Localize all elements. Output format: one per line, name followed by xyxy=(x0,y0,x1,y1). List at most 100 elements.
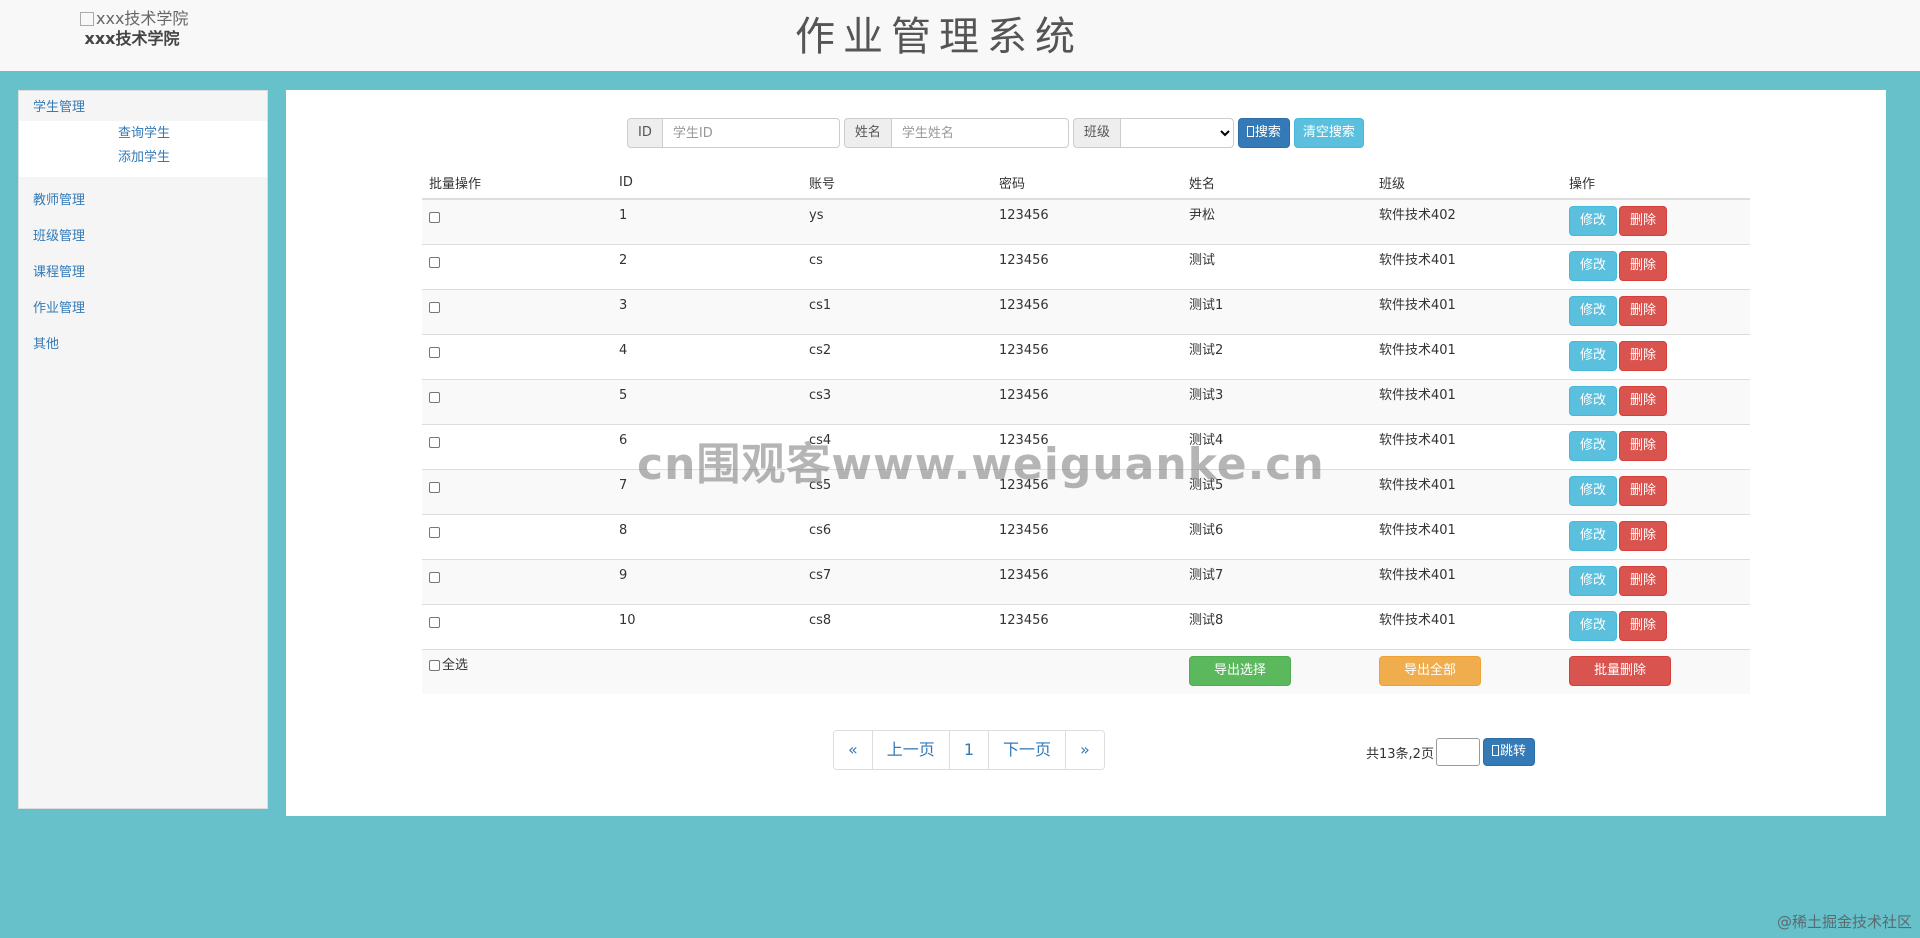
sidebar-submenu: 查询学生 添加学生 xyxy=(19,121,267,177)
cell-class: 软件技术401 xyxy=(1379,343,1456,358)
prev-page-link[interactable]: 上一页 xyxy=(871,731,949,769)
edit-button[interactable]: 修改 xyxy=(1569,431,1618,461)
sidebar-item-query-student[interactable]: 查询学生 xyxy=(19,123,267,147)
delete-button[interactable]: 删除 xyxy=(1619,431,1668,461)
row-checkbox[interactable] xyxy=(429,212,440,223)
select-all-cell: 全选 xyxy=(422,649,612,694)
delete-button[interactable]: 删除 xyxy=(1619,341,1668,371)
search-icon xyxy=(1246,126,1254,137)
cell-account: cs3 xyxy=(809,388,832,403)
export-all-button[interactable]: 导出全部 xyxy=(1379,656,1481,686)
edit-button[interactable]: 修改 xyxy=(1569,386,1618,416)
cell-name: 测试 xyxy=(1189,253,1216,268)
page-jump: 共13条,2页 跳转 xyxy=(1366,738,1535,766)
cell-account: cs xyxy=(809,253,823,268)
delete-button[interactable]: 删除 xyxy=(1619,611,1668,641)
broken-image-icon xyxy=(80,12,94,26)
sidebar-item-student-management[interactable]: 学生管理 xyxy=(19,91,267,121)
cell-id: 8 xyxy=(619,523,628,538)
student-name-input[interactable] xyxy=(890,118,1069,148)
edit-button[interactable]: 修改 xyxy=(1569,296,1618,326)
row-checkbox[interactable] xyxy=(429,347,440,358)
page-number-link[interactable]: 1 xyxy=(948,731,988,769)
edit-button[interactable]: 修改 xyxy=(1569,251,1618,281)
row-checkbox[interactable] xyxy=(429,302,440,313)
delete-button[interactable]: 删除 xyxy=(1619,476,1668,506)
main-panel: ID 姓名 班级 搜索 清空搜索 批量操作 ID 账号 密码 姓名 班级 操作 … xyxy=(286,90,1886,816)
column-header: 班级 xyxy=(1372,166,1562,200)
edit-button[interactable]: 修改 xyxy=(1569,521,1618,551)
batch-delete-button[interactable]: 批量删除 xyxy=(1569,656,1671,686)
page-info: 共13条,2页 xyxy=(1366,746,1434,762)
cell-name: 测试4 xyxy=(1189,433,1224,448)
edit-button[interactable]: 修改 xyxy=(1569,206,1618,236)
class-select[interactable] xyxy=(1119,118,1234,148)
cell-id: 1 xyxy=(619,208,628,223)
corner-credit: @稀土掘金技术社区 xyxy=(1776,913,1912,931)
last-page-link[interactable]: » xyxy=(1065,731,1104,769)
cell-class: 软件技术401 xyxy=(1379,253,1456,268)
cell-id: 10 xyxy=(619,613,636,628)
cell-password: 123456 xyxy=(999,523,1049,538)
cell-id: 5 xyxy=(619,388,628,403)
cell-id: 4 xyxy=(619,343,628,358)
jump-button[interactable]: 跳转 xyxy=(1482,738,1535,766)
cell-account: cs2 xyxy=(809,343,832,358)
column-header: 姓名 xyxy=(1182,166,1372,200)
sidebar-item-add-student[interactable]: 添加学生 xyxy=(19,147,267,171)
delete-button[interactable]: 删除 xyxy=(1619,521,1668,551)
cell-name: 测试7 xyxy=(1189,568,1224,583)
student-id-input[interactable] xyxy=(661,118,840,148)
row-checkbox[interactable] xyxy=(429,437,440,448)
sidebar-item-teacher-management[interactable]: 教师管理 xyxy=(19,183,267,219)
edit-button[interactable]: 修改 xyxy=(1569,566,1618,596)
row-checkbox[interactable] xyxy=(429,482,440,493)
column-header: 密码 xyxy=(992,166,1182,200)
logo-name: xxx技术学院 xyxy=(84,29,180,48)
delete-button[interactable]: 删除 xyxy=(1619,566,1668,596)
sidebar-item-course-management[interactable]: 课程管理 xyxy=(19,255,267,291)
student-table: 批量操作 ID 账号 密码 姓名 班级 操作 1 ys 123456 尹松 软件技术40… xyxy=(422,166,1750,694)
page-jump-input[interactable] xyxy=(1435,738,1480,766)
edit-button[interactable]: 修改 xyxy=(1569,611,1618,641)
sidebar-item-class-management[interactable]: 班级管理 xyxy=(19,219,267,255)
row-checkbox[interactable] xyxy=(429,257,440,268)
select-all-checkbox[interactable] xyxy=(429,660,440,671)
search-button[interactable]: 搜索 xyxy=(1237,118,1290,148)
row-checkbox[interactable] xyxy=(429,392,440,403)
select-all-label: 全选 xyxy=(442,658,469,673)
edit-button[interactable]: 修改 xyxy=(1569,476,1618,506)
delete-button[interactable]: 删除 xyxy=(1619,386,1668,416)
delete-button[interactable]: 删除 xyxy=(1619,206,1668,236)
cell-password: 123456 xyxy=(999,478,1049,493)
row-checkbox[interactable] xyxy=(429,572,440,583)
cell-name: 测试3 xyxy=(1189,388,1224,403)
table-body: 1 ys 123456 尹松 软件技术402 修改 删除 2 cs 123456 测试 软件技术401… xyxy=(422,198,1750,650)
sidebar: 学生管理 查询学生 添加学生 教师管理 班级管理 课程管理 作业管理 其他 xyxy=(18,90,268,809)
cell-name: 尹松 xyxy=(1189,208,1216,223)
export-selected-button[interactable]: 导出选择 xyxy=(1189,656,1291,686)
search-button-label: 搜索 xyxy=(1254,125,1281,140)
sidebar-item-homework-management[interactable]: 作业管理 xyxy=(19,291,267,327)
table-row: 9 cs7 123456 测试7 软件技术401 修改 删除 xyxy=(422,559,1750,605)
table-row: 1 ys 123456 尹松 软件技术402 修改 删除 xyxy=(422,198,1750,245)
cell-name: 测试5 xyxy=(1189,478,1224,493)
cell-account: cs4 xyxy=(809,433,832,448)
clear-search-button[interactable]: 清空搜索 xyxy=(1293,118,1364,148)
delete-button[interactable]: 删除 xyxy=(1619,251,1668,281)
edit-button[interactable]: 修改 xyxy=(1569,341,1618,371)
row-checkbox[interactable] xyxy=(429,527,440,538)
row-checkbox[interactable] xyxy=(429,617,440,628)
cell-password: 123456 xyxy=(999,343,1049,358)
table-row: 5 cs3 123456 测试3 软件技术401 修改 删除 xyxy=(422,379,1750,425)
delete-button[interactable]: 删除 xyxy=(1619,296,1668,326)
sidebar-item-other[interactable]: 其他 xyxy=(19,327,267,363)
column-header: ID xyxy=(612,166,802,200)
cell-account: cs8 xyxy=(809,613,832,628)
first-page-link[interactable]: « xyxy=(834,731,872,769)
sidebar-group-students: 学生管理 查询学生 添加学生 xyxy=(19,91,267,177)
cell-id: 6 xyxy=(619,433,628,448)
table-row: 8 cs6 123456 测试6 软件技术401 修改 删除 xyxy=(422,514,1750,560)
cell-account: ys xyxy=(809,208,824,223)
next-page-link[interactable]: 下一页 xyxy=(988,731,1066,769)
